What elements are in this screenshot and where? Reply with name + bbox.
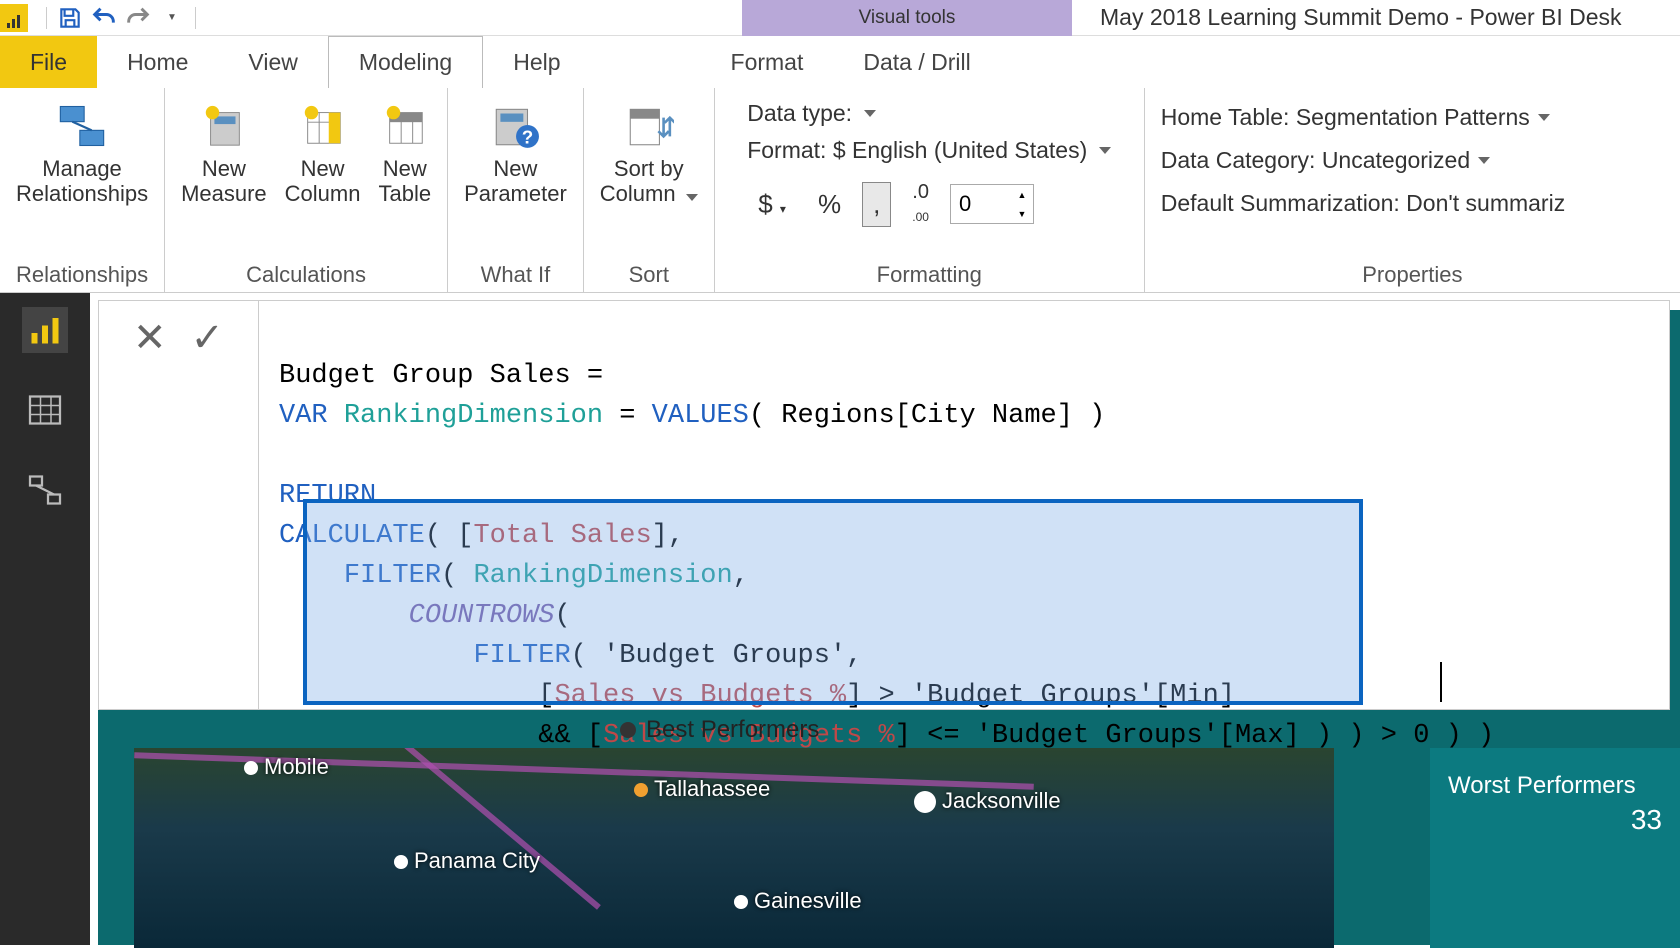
tab-file[interactable]: File (0, 36, 97, 88)
group-calculations: New Measure New Column New Table Calcula… (165, 88, 448, 292)
undo-button[interactable] (87, 2, 121, 34)
model-view-button[interactable] (22, 467, 68, 513)
card-value: 33 (1448, 804, 1662, 836)
home-table-dropdown[interactable]: Home Table: Segmentation Patterns (1161, 104, 1550, 131)
selection-highlight (303, 499, 1363, 705)
cancel-formula-button[interactable]: ✕ (133, 315, 167, 361)
commit-formula-button[interactable]: ✓ (191, 315, 225, 361)
new-column-button[interactable]: New Column (285, 100, 361, 207)
chevron-down-icon (864, 110, 876, 117)
tab-home[interactable]: Home (97, 36, 218, 88)
tab-view[interactable]: View (218, 36, 327, 88)
tab-modeling[interactable]: Modeling (328, 36, 483, 88)
chevron-down-icon (1538, 114, 1550, 121)
ribbon-tabs: File Home View Modeling Help Format Data… (0, 36, 1680, 88)
group-formatting: Data type: Format: $ English (United Sta… (715, 88, 1145, 292)
view-switcher (0, 293, 90, 945)
map-visual[interactable]: Mobile Tallahassee Jacksonville Panama C… (134, 748, 1334, 948)
currency-format-button[interactable]: $ ▾ (747, 182, 797, 227)
spinner-up[interactable]: ▲ (1011, 185, 1033, 204)
group-relationships: Manage Relationships Relationships (0, 88, 165, 292)
tab-format[interactable]: Format (701, 36, 834, 88)
app-icon (0, 4, 28, 32)
legend-best-performers[interactable]: Best Performers (620, 716, 819, 744)
decimal-format-button[interactable]: .0.00 (901, 174, 940, 234)
group-whatif: ? New Parameter What If (448, 88, 584, 292)
contextual-tab-header: Visual tools (742, 0, 1072, 36)
format-dropdown[interactable]: Format: $ English (United States) (747, 137, 1111, 164)
decimal-places-spinner[interactable]: ▲▼ (950, 184, 1034, 224)
text-cursor (1440, 662, 1442, 702)
sort-by-column-button[interactable]: Sort by Column (600, 100, 698, 207)
qat-dropdown[interactable]: ▼ (155, 2, 189, 34)
tab-data-drill[interactable]: Data / Drill (833, 36, 1000, 88)
city-jacksonville: Jacksonville (914, 788, 1061, 814)
group-properties: Home Table: Segmentation Patterns Data C… (1145, 88, 1680, 292)
thousands-separator-button[interactable]: , (862, 182, 891, 227)
tab-help[interactable]: Help (483, 36, 590, 88)
svg-text:?: ? (522, 127, 533, 148)
report-view-button[interactable] (22, 307, 68, 353)
percent-format-button[interactable]: % (807, 182, 852, 227)
city-mobile: Mobile (244, 754, 329, 780)
window-title: May 2018 Learning Summit Demo - Power BI… (1100, 4, 1622, 31)
group-label-properties: Properties (1362, 256, 1462, 288)
city-tallahassee: Tallahassee (634, 776, 770, 802)
formula-bar: ✕ ✓ Budget Group Sales = VAR RankingDime… (98, 300, 1670, 710)
decimal-places-input[interactable] (951, 185, 1011, 223)
redo-button[interactable] (121, 2, 155, 34)
group-sort: Sort by Column Sort (584, 88, 715, 292)
city-panama: Panama City (394, 848, 540, 874)
data-category-dropdown[interactable]: Data Category: Uncategorized (1161, 147, 1490, 174)
group-label-sort: Sort (629, 256, 669, 288)
save-button[interactable] (53, 2, 87, 34)
group-label-calculations: Calculations (246, 256, 366, 288)
new-table-button[interactable]: New Table (378, 100, 431, 207)
worst-performers-card[interactable]: Worst Performers 33 (1430, 748, 1680, 948)
group-label-whatif: What If (481, 256, 551, 288)
default-summarization-dropdown[interactable]: Default Summarization: Don't summariz (1161, 190, 1565, 217)
manage-relationships-button[interactable]: Manage Relationships (16, 100, 148, 207)
chevron-down-icon (1478, 157, 1490, 164)
spinner-down[interactable]: ▼ (1011, 204, 1033, 223)
chevron-down-icon (686, 194, 698, 201)
data-view-button[interactable] (22, 387, 68, 433)
legend-dot-icon (620, 722, 636, 738)
formula-editor[interactable]: Budget Group Sales = VAR RankingDimensio… (259, 301, 1669, 709)
ribbon: Manage Relationships Relationships New M… (0, 88, 1680, 293)
data-type-dropdown[interactable]: Data type: (747, 100, 876, 127)
new-measure-button[interactable]: New Measure (181, 100, 267, 207)
new-parameter-button[interactable]: ? New Parameter (464, 100, 567, 207)
card-title: Worst Performers (1448, 772, 1662, 800)
city-gainesville: Gainesville (734, 888, 862, 914)
chevron-down-icon (1099, 147, 1111, 154)
group-label-relationships: Relationships (16, 256, 148, 288)
group-label-formatting: Formatting (877, 256, 982, 288)
